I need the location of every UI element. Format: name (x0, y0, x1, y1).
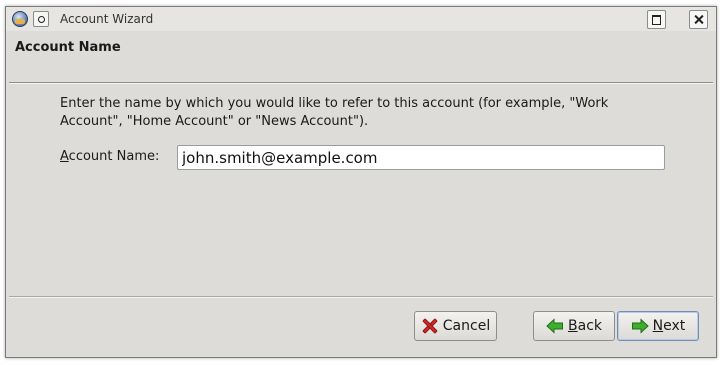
window-menu-icon[interactable] (33, 11, 49, 27)
account-name-input[interactable] (177, 145, 665, 170)
account-name-mnemonic: A (60, 149, 69, 164)
green-right-arrow-icon (631, 317, 649, 335)
back-label-text: ack (577, 318, 602, 334)
maximize-icon[interactable] (647, 10, 666, 29)
red-x-icon (421, 317, 439, 335)
back-label: Back (568, 318, 602, 334)
next-mnemonic: N (652, 318, 664, 334)
page-title: Account Name (15, 40, 121, 55)
next-button[interactable]: Next (617, 311, 699, 341)
green-left-arrow-icon (546, 317, 564, 335)
app-icon (12, 11, 28, 27)
footer-divider (9, 296, 713, 298)
close-icon[interactable] (689, 10, 708, 29)
window-title: Account Wizard (60, 12, 154, 26)
title-bar[interactable]: Account Wizard (6, 7, 716, 31)
account-wizard-window: Account Wizard Account Name Enter the na… (5, 6, 717, 358)
cancel-button[interactable]: Cancel (414, 311, 497, 341)
next-label-text: ext (663, 318, 686, 334)
description-text: Enter the name by which you would like t… (60, 96, 609, 129)
account-name-label-text: ccount Name: (68, 149, 160, 164)
header-divider (9, 82, 713, 84)
back-button[interactable]: Back (533, 311, 615, 341)
back-mnemonic: B (568, 318, 578, 334)
account-name-label: Account Name: (60, 149, 159, 164)
next-label: Next (653, 318, 686, 334)
cancel-label: Cancel (442, 318, 491, 334)
